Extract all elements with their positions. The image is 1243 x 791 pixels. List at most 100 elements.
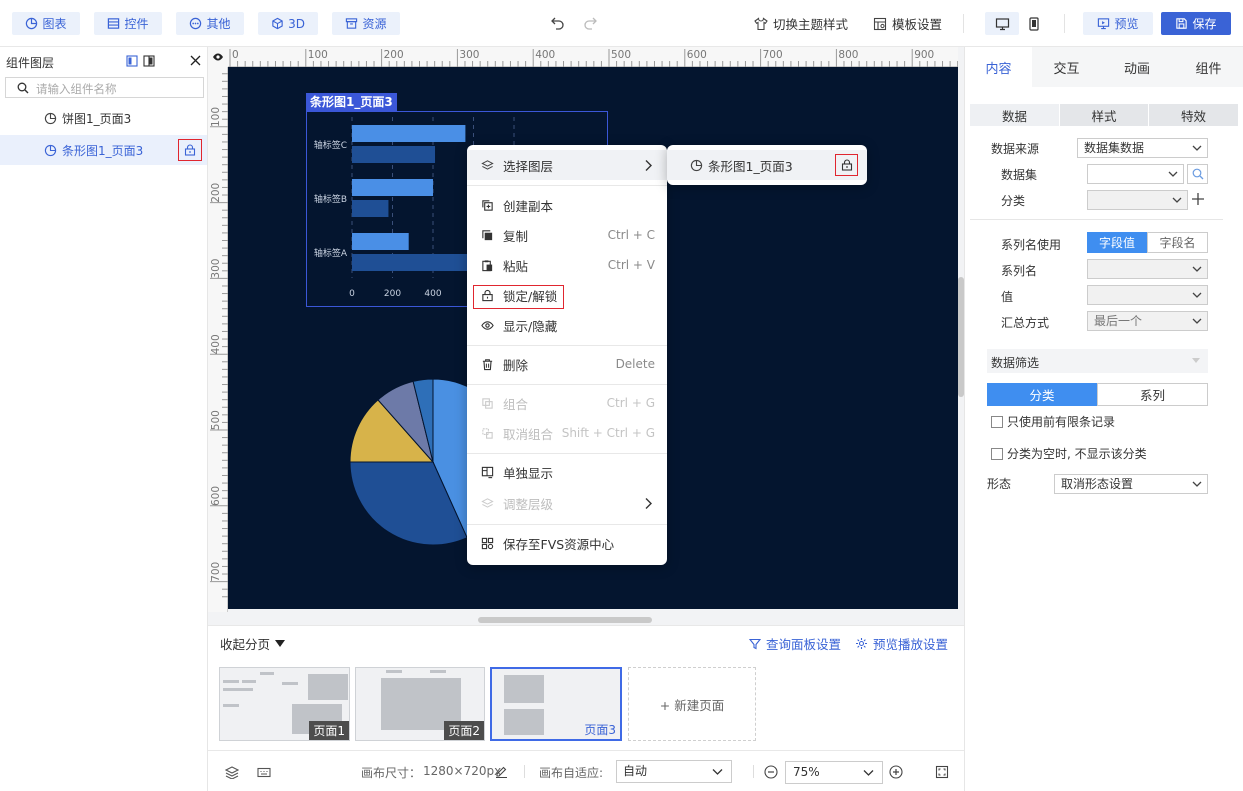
- menu-item-paste[interactable]: 粘贴 Ctrl + V: [467, 250, 667, 280]
- layer-item-label: 条形图1_页面3: [62, 143, 144, 158]
- horizontal-ruler-ticks: 0 100 200 300 400 500 600 700 800 900: [229, 49, 958, 67]
- tab-interaction[interactable]: 交互: [1032, 47, 1101, 87]
- template-settings-button[interactable]: 模板设置: [873, 12, 942, 35]
- subtab-effects[interactable]: 特效: [1149, 104, 1238, 126]
- series-name-use-label: 系列名使用: [1001, 238, 1062, 252]
- canvas-horizontal-scrollbar[interactable]: [478, 617, 652, 623]
- query-panel-settings-button[interactable]: 查询面板设置: [749, 634, 841, 653]
- preview-play-settings-button[interactable]: 预览播放设置: [855, 634, 948, 653]
- ruler-label: 400: [535, 49, 555, 61]
- preview-button[interactable]: 预览: [1083, 12, 1153, 35]
- hide-empty-label: 分类为空时, 不显示该分类: [1007, 447, 1147, 461]
- new-page-button[interactable]: + 新建页面: [628, 667, 756, 741]
- menu-item-shortcut: Ctrl + G: [606, 396, 655, 410]
- other-button[interactable]: 其他: [176, 12, 244, 35]
- menu-item-show-hide[interactable]: 显示/隐藏: [467, 310, 667, 340]
- category-select[interactable]: [1087, 190, 1188, 210]
- data-source-select[interactable]: 数据集数据: [1077, 138, 1208, 158]
- menu-item-copy[interactable]: 复制 Ctrl + C: [467, 220, 667, 250]
- desktop-view-button[interactable]: [985, 12, 1019, 35]
- layers-icon[interactable]: [225, 766, 239, 779]
- page-thumb-1[interactable]: 页面1: [219, 667, 350, 741]
- toolbar-divider: [963, 14, 964, 33]
- close-panel-button[interactable]: [189, 54, 202, 67]
- zoom-in-icon[interactable]: [889, 765, 903, 779]
- menu-item-solo-display[interactable]: 单独显示: [467, 457, 667, 487]
- zoom-select[interactable]: 75%: [785, 761, 883, 784]
- chevron-right-icon: [645, 159, 652, 171]
- menu-item-label: 创建副本: [503, 198, 554, 214]
- close-icon: [190, 55, 201, 66]
- menu-item-label: 删除: [503, 357, 529, 373]
- hide-empty-category-checkbox[interactable]: 分类为空时, 不显示该分类: [991, 445, 1147, 462]
- chart-button[interactable]: 图表: [12, 12, 80, 35]
- form-select[interactable]: 取消形态设置: [1054, 474, 1208, 494]
- field-name-toggle[interactable]: 字段名: [1147, 232, 1208, 253]
- layout-toggle-button[interactable]: [126, 55, 138, 67]
- zoom-out-icon[interactable]: [764, 765, 778, 779]
- auto-fit-select[interactable]: 自动: [616, 760, 732, 783]
- dataset-search-button[interactable]: [1187, 164, 1208, 184]
- menu-item-label: 显示/隐藏: [503, 318, 558, 334]
- layer-item-pie[interactable]: 饼图1_页面3: [0, 103, 207, 133]
- chevron-down-icon: [1192, 266, 1202, 272]
- auto-fit-value: 自动: [623, 764, 648, 778]
- redo-button[interactable]: [582, 15, 598, 31]
- mobile-view-button[interactable]: [1022, 12, 1046, 35]
- layer-panel: 组件图层 请输入组件名称 饼图1_页面3 条形图1_页面3: [0, 47, 208, 791]
- save-button[interactable]: 保存: [1161, 12, 1231, 35]
- menu-item-delete[interactable]: 删除 Delete: [467, 349, 667, 379]
- layer-item-bar[interactable]: 条形图1_页面3: [0, 135, 207, 165]
- limit-records-checkbox[interactable]: 只使用前有限条记录: [991, 413, 1115, 430]
- search-icon: [17, 82, 29, 94]
- menu-divider: [467, 524, 667, 525]
- ruler-corner[interactable]: [208, 47, 228, 67]
- dataset-select[interactable]: [1087, 164, 1184, 184]
- undo-button[interactable]: [550, 15, 566, 31]
- submenu-lock-button[interactable]: [835, 154, 858, 176]
- layer-search-input[interactable]: 请输入组件名称: [5, 77, 204, 98]
- filter-tab-series[interactable]: 系列: [1097, 383, 1208, 406]
- chevron-right-icon: [645, 497, 652, 509]
- field-value-toggle[interactable]: 字段值: [1087, 232, 1147, 253]
- status-divider: [524, 765, 525, 778]
- auto-fit-label: 画布自适应:: [539, 766, 604, 780]
- chart-button-label: 图表: [42, 17, 67, 31]
- summary-select[interactable]: 最后一个: [1087, 311, 1208, 331]
- collapse-pages-toggle[interactable]: 收起分页: [220, 634, 286, 653]
- tab-content[interactable]: 内容: [965, 47, 1032, 87]
- add-icon[interactable]: [1191, 192, 1205, 206]
- monitor-icon: [995, 17, 1009, 30]
- series-name-select[interactable]: [1087, 259, 1208, 279]
- ruler-label: 900: [914, 49, 934, 61]
- page-thumb-label: 页面2: [444, 721, 484, 740]
- save-icon: [1176, 18, 1188, 29]
- tab-component[interactable]: 组件: [1173, 47, 1243, 87]
- menu-item-label: 复制: [503, 228, 529, 244]
- menu-item-duplicate[interactable]: 创建副本: [467, 190, 667, 220]
- menu-item-select-layer[interactable]: 选择图层: [467, 150, 667, 180]
- chevron-down-icon: [1172, 197, 1182, 203]
- widget-button[interactable]: 控件: [94, 12, 162, 35]
- ungroup-icon: [482, 427, 493, 439]
- 3d-button[interactable]: 3D: [258, 12, 318, 35]
- menu-item-save-fvs[interactable]: 保存至FVS资源中心: [467, 528, 667, 558]
- resource-button[interactable]: 资源: [332, 12, 400, 35]
- keyboard-icon[interactable]: [257, 767, 271, 778]
- bar-series-2: [352, 146, 436, 163]
- subtab-style[interactable]: 样式: [1060, 104, 1148, 126]
- page-thumb-3[interactable]: 页面3: [490, 667, 622, 741]
- value-select[interactable]: [1087, 285, 1208, 305]
- fit-screen-icon[interactable]: [935, 765, 949, 779]
- subtab-data[interactable]: 数据: [970, 104, 1059, 126]
- filter-tab-category[interactable]: 分类: [987, 383, 1097, 406]
- edit-icon[interactable]: [495, 765, 508, 778]
- data-filter-header[interactable]: 数据筛选: [987, 349, 1208, 373]
- layer-lock-button[interactable]: [178, 139, 202, 161]
- page-thumb-2[interactable]: 页面2: [355, 667, 485, 741]
- tab-animation[interactable]: 动画: [1101, 47, 1173, 87]
- layout-split-button[interactable]: [143, 55, 155, 67]
- ruler-label: 500: [210, 410, 222, 430]
- horizontal-ruler: 0 100 200 300 400 500 600 700 800 900: [228, 47, 958, 67]
- switch-theme-button[interactable]: 切换主题样式: [754, 12, 848, 35]
